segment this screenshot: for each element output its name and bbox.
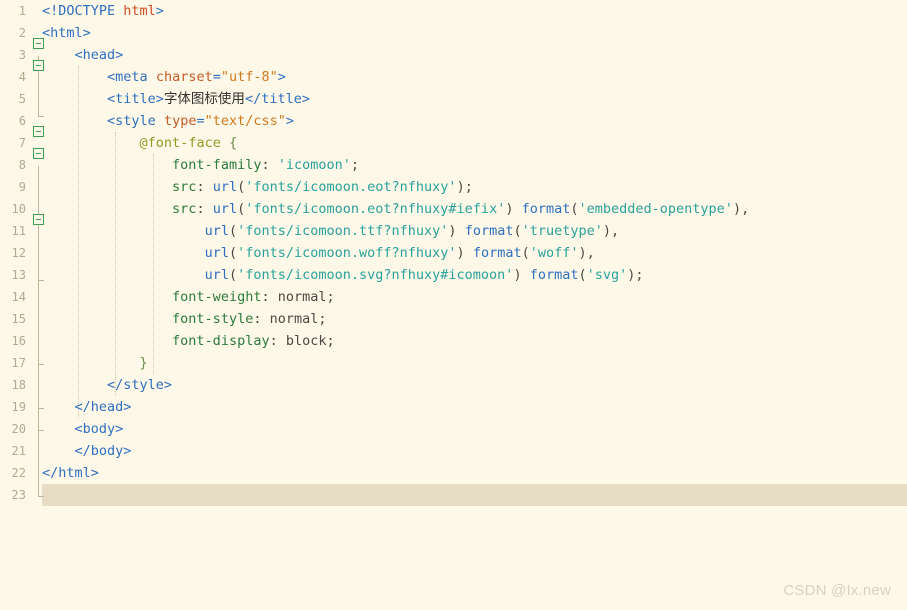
- code-text: src: url('fonts/icomoon.eot?nfhuxy#iefix…: [172, 201, 750, 217]
- line-number: 3: [18, 48, 26, 62]
- line-number: 14: [11, 290, 26, 304]
- code-text: font-family: 'icomoon';: [172, 157, 360, 173]
- line-number: 23: [11, 488, 26, 502]
- code-line[interactable]: 15 font-style: normal;: [0, 308, 907, 330]
- code-text: url('fonts/icomoon.svg?nfhuxy#icomoon') …: [204, 267, 644, 283]
- code-line[interactable]: 19 </head>: [0, 396, 907, 418]
- code-line[interactable]: 1 <!DOCTYPE html>: [0, 0, 907, 22]
- line-number: 10: [11, 202, 26, 216]
- code-text: font-display: block;: [172, 333, 335, 349]
- code-line[interactable]: 12 url('fonts/icomoon.woff?nfhuxy') form…: [0, 242, 907, 264]
- line-number: 19: [11, 400, 26, 414]
- code-line[interactable]: 3 <head>: [0, 44, 907, 66]
- code-text: <html>: [42, 25, 91, 41]
- line-number: 16: [11, 334, 26, 348]
- line-number: 1: [18, 4, 26, 18]
- code-editor[interactable]: 1 <!DOCTYPE html> 2 <html> 3 <head> 4 <meta c…: [0, 0, 907, 610]
- line-number: 21: [11, 444, 26, 458]
- line-number: 5: [18, 92, 26, 106]
- code-line[interactable]: 18 </style>: [0, 374, 907, 396]
- line-number: 20: [11, 422, 26, 436]
- code-line[interactable]: 16 font-display: block;: [0, 330, 907, 352]
- code-line[interactable]: 14 font-weight: normal;: [0, 286, 907, 308]
- code-line[interactable]: 13 url('fonts/icomoon.svg?nfhuxy#icomoon…: [0, 264, 907, 286]
- code-text: <meta charset="utf-8">: [107, 69, 286, 85]
- line-number: 11: [11, 224, 26, 238]
- code-text: </head>: [74, 399, 132, 415]
- line-number: 12: [11, 246, 26, 260]
- code-line[interactable]: 2 <html>: [0, 22, 907, 44]
- line-number: 9: [18, 180, 26, 194]
- code-line[interactable]: 6 <style type="text/css">: [0, 110, 907, 132]
- code-text: src: url('fonts/icomoon.eot?nfhuxy');: [172, 179, 473, 195]
- watermark-text: CSDN @Ix.new: [783, 582, 891, 599]
- code-text: font-style: normal;: [172, 311, 327, 327]
- code-line[interactable]: 8 font-family: 'icomoon';: [0, 154, 907, 176]
- line-number: 7: [18, 136, 26, 150]
- line-number: 22: [11, 466, 26, 480]
- code-line[interactable]: 10 src: url('fonts/icomoon.eot?nfhuxy#ie…: [0, 198, 907, 220]
- code-text: <body>: [74, 421, 124, 437]
- code-line[interactable]: 22 </html>: [0, 462, 907, 484]
- line-number: 2: [18, 26, 26, 40]
- code-line[interactable]: 17 }: [0, 352, 907, 374]
- line-number: 17: [11, 356, 26, 370]
- code-line[interactable]: 23: [0, 484, 907, 506]
- code-line[interactable]: 20 <body>: [0, 418, 907, 440]
- code-text: url('fonts/icomoon.woff?nfhuxy') format(…: [204, 245, 595, 261]
- line-number: 13: [11, 268, 26, 282]
- code-text: <head>: [74, 47, 124, 63]
- line-number: 4: [18, 70, 26, 84]
- code-text: <!DOCTYPE html>: [42, 3, 164, 19]
- code-line[interactable]: 9 src: url('fonts/icomoon.eot?nfhuxy');: [0, 176, 907, 198]
- code-text: </style>: [107, 377, 173, 393]
- code-line[interactable]: 4 <meta charset="utf-8">: [0, 66, 907, 88]
- code-text: @font-face {: [139, 135, 238, 151]
- code-text: <title>字体图标使用</title>: [107, 91, 310, 107]
- code-text: font-weight: normal;: [172, 289, 335, 305]
- code-text: </html>: [42, 465, 99, 481]
- line-number: 6: [18, 114, 26, 128]
- code-line[interactable]: 7 @font-face {: [0, 132, 907, 154]
- line-number: 8: [18, 158, 26, 172]
- code-text: url('fonts/icomoon.ttf?nfhuxy') format('…: [204, 223, 620, 239]
- code-line[interactable]: 11 url('fonts/icomoon.ttf?nfhuxy') forma…: [0, 220, 907, 242]
- line-number: 15: [11, 312, 26, 326]
- code-text: </body>: [74, 443, 132, 459]
- code-text: }: [139, 355, 148, 371]
- code-line[interactable]: 21 </body>: [0, 440, 907, 462]
- code-line[interactable]: 5 <title>字体图标使用</title>: [0, 88, 907, 110]
- line-number: 18: [11, 378, 26, 392]
- code-text: <style type="text/css">: [107, 113, 295, 129]
